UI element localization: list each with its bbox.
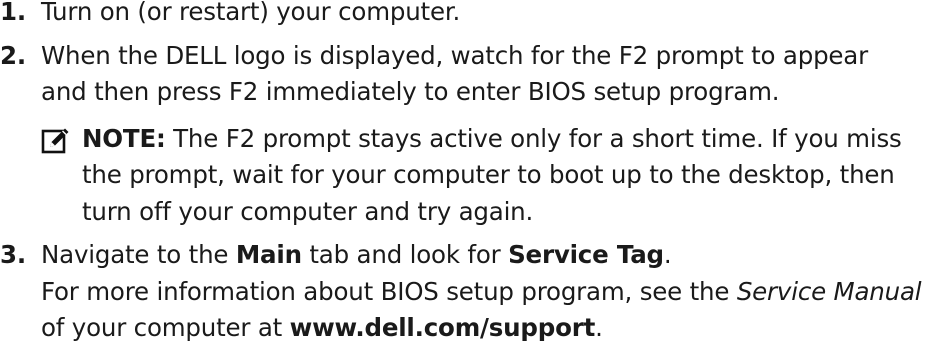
step-text: When the DELL logo is displayed, watch f… xyxy=(41,40,868,70)
note-pencil-icon xyxy=(41,128,69,153)
step-text: and then press F2 immediately to enter B… xyxy=(41,77,780,106)
step-number: 3. xyxy=(0,240,26,269)
tab-name-main: Main xyxy=(235,240,302,269)
note-label: NOTE: xyxy=(82,123,166,153)
step-text: . xyxy=(663,240,672,269)
note-text: the prompt, wait for your computer to bo… xyxy=(82,160,895,189)
step-text: Navigate to the xyxy=(41,240,236,269)
instructions: 1. Turn on (or restart) your computer. 2… xyxy=(0,0,932,347)
step-text: . xyxy=(595,313,603,342)
step-number: 2. xyxy=(0,40,26,70)
step-2: 2. When the DELL logo is displayed, watc… xyxy=(0,38,932,231)
step-text: tab and look for xyxy=(301,240,509,269)
step-text: For more information about BIOS setup pr… xyxy=(41,276,737,306)
note-box: NOTE: The F2 prompt stays active only fo… xyxy=(41,121,932,231)
note-text: turn off your computer and try again. xyxy=(82,196,534,226)
field-name-service-tag: Service Tag xyxy=(508,240,664,269)
manual-title: Service Manual xyxy=(736,276,922,306)
support-url: www.dell.com/support xyxy=(289,313,596,342)
step-number: 1. xyxy=(0,0,26,26)
step-1: 1. Turn on (or restart) your computer. xyxy=(0,0,932,31)
step-3: 3. Navigate to the Main tab and look for… xyxy=(0,237,932,347)
note-text: The F2 prompt stays active only for a sh… xyxy=(165,123,902,153)
step-text: Turn on (or restart) your computer. xyxy=(41,0,461,26)
step-text: of your computer at xyxy=(41,313,290,342)
